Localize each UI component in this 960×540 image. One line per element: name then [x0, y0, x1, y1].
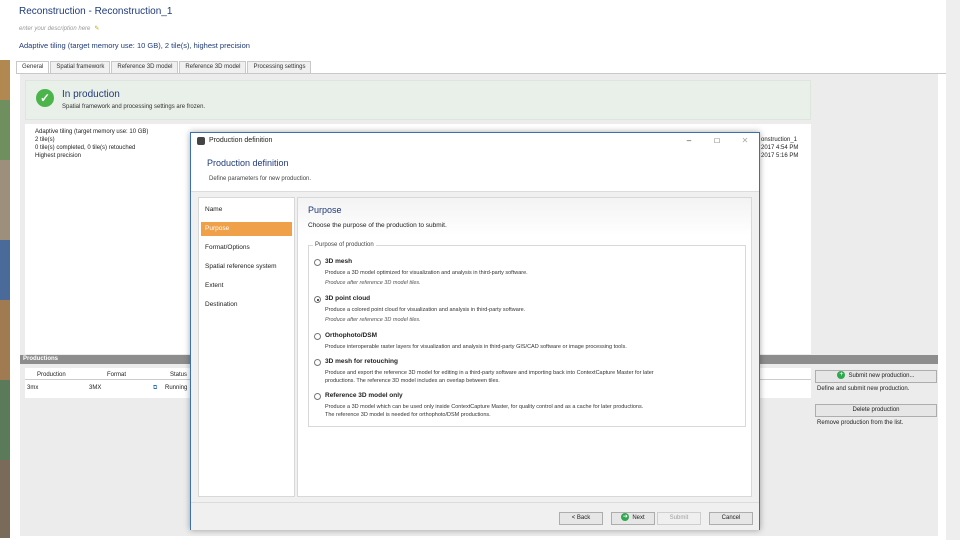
production-status: Running [165, 385, 188, 391]
nav-item-purpose[interactable]: Purpose [201, 222, 292, 236]
info-right-line: 2017 4:54 PM [761, 145, 799, 151]
option-label: 3D point cloud [325, 295, 371, 302]
thumbnail [0, 240, 10, 300]
tab-reference-3d-model-2[interactable]: Reference 3D model [179, 61, 247, 73]
back-button[interactable]: < Back [559, 512, 603, 525]
tab-spatial-framework[interactable]: Spatial framework [50, 61, 111, 73]
radio-3d-mesh-for-retouching[interactable] [314, 359, 321, 366]
nav-item-name[interactable]: Name [201, 203, 292, 217]
purpose-group: Purpose of production 3D mesh Produce a … [308, 242, 746, 427]
nav-item-destination[interactable]: Destination [201, 298, 292, 312]
submit-label: Submit new production... [848, 373, 915, 379]
thumbnail [0, 60, 10, 100]
info-right-line: onstruction_1 [761, 137, 798, 143]
thumbnail [0, 100, 10, 160]
arrow-right-icon: ➜ [621, 513, 630, 522]
production-format: 3MX [89, 385, 102, 391]
option-note: Produce after reference 3D model tiles. [325, 317, 421, 323]
dialog-titlebar[interactable]: Production definition – □ ✕ [191, 133, 759, 151]
reconstruction-summary: Adaptive tiling (target memory use: 10 G… [19, 41, 250, 50]
option-description: Produce a 3D model which can be used onl… [325, 404, 644, 410]
description-field[interactable]: enter your description here ✎ [19, 25, 99, 32]
purpose-banner: Purpose Choose the purpose of the produc… [298, 198, 751, 236]
tab-general[interactable]: General [16, 61, 50, 73]
option-description: Produce a 3D model optimized for visuali… [325, 270, 528, 276]
photo-thumbnail-strip [0, 60, 10, 538]
option-label: Reference 3D model only [325, 392, 403, 399]
plus-icon: + [837, 371, 846, 380]
delete-description: Remove production from the list. [817, 420, 904, 426]
pencil-icon[interactable]: ✎ [94, 26, 99, 32]
production-definition-dialog: Production definition – □ ✕ Production d… [190, 132, 760, 530]
info-line: Highest precision [35, 153, 82, 159]
description-placeholder: enter your description here [19, 26, 91, 32]
wizard-nav: Name Purpose Format/Options Spatial refe… [198, 197, 295, 497]
thumbnail [0, 460, 10, 538]
purpose-group-label: Purpose of production [313, 242, 376, 248]
info-line: 2 tile(s) [35, 137, 55, 143]
info-line: Adaptive tiling (target memory use: 10 G… [35, 129, 149, 135]
nav-item-extent[interactable]: Extent [201, 279, 292, 293]
close-icon[interactable]: ✕ [739, 136, 751, 145]
option-description: Produce and export the reference 3D mode… [325, 370, 654, 376]
cancel-button[interactable]: Cancel [709, 512, 753, 525]
option-label: 3D mesh for retouching [325, 358, 398, 365]
option-note: Produce after reference 3D model tiles. [325, 280, 421, 286]
thumbnail [0, 300, 10, 380]
purpose-panel: Purpose Choose the purpose of the produc… [297, 197, 752, 497]
page-title: Reconstruction - Reconstruction_1 [19, 6, 173, 17]
app-icon [197, 137, 205, 145]
right-edge [946, 0, 960, 540]
dialog-header-title: Production definition [207, 158, 289, 168]
purpose-subtitle: Choose the purpose of the production to … [308, 222, 447, 229]
status-subtitle: Spatial framework and processing setting… [62, 104, 206, 110]
running-icon: ⧉ [153, 385, 158, 391]
maximize-icon[interactable]: □ [711, 136, 723, 145]
checkmark-icon: ✓ [36, 89, 54, 107]
tab-bar: General Spatial framework Reference 3D m… [16, 61, 312, 73]
nav-item-spatial-reference-system[interactable]: Spatial reference system [201, 260, 292, 274]
option-description: Produce interoperable raster layers for … [325, 344, 627, 350]
tab-reference-3d-model[interactable]: Reference 3D model [111, 61, 179, 73]
production-name: 3mx [27, 385, 39, 391]
tab-processing-settings[interactable]: Processing settings [247, 61, 312, 73]
option-label: Orthophoto/DSM [325, 332, 377, 339]
option-description: Produce a colored point cloud for visual… [325, 307, 526, 313]
next-button[interactable]: ➜ Next [611, 512, 655, 525]
submit-new-production-button[interactable]: + Submit new production... [815, 370, 937, 383]
status-title: In production [62, 89, 120, 100]
dialog-window-title: Production definition [209, 137, 273, 144]
column-header[interactable]: Status [170, 372, 187, 378]
purpose-title: Purpose [308, 205, 342, 215]
minimize-icon[interactable]: – [683, 136, 695, 145]
next-label: Next [632, 515, 645, 521]
radio-3d-point-cloud[interactable] [314, 296, 321, 303]
column-header[interactable]: Format [107, 372, 126, 378]
radio-orthophoto-dsm[interactable] [314, 333, 321, 340]
status-box: ✓ In production Spatial framework and pr… [25, 80, 811, 120]
option-label: 3D mesh [325, 258, 353, 265]
submit-description: Define and submit new production. [817, 386, 910, 392]
nav-item-format-options[interactable]: Format/Options [201, 241, 292, 255]
dialog-header: Production definition Define parameters … [191, 151, 759, 191]
dialog-header-subtitle: Define parameters for new production. [209, 176, 312, 182]
info-line: 0 tile(s) completed, 0 tile(s) retouched [35, 145, 136, 151]
thumbnail [0, 160, 10, 240]
dialog-body: Name Purpose Format/Options Spatial refe… [191, 192, 759, 502]
column-header[interactable]: Production [37, 372, 66, 378]
submit-button[interactable]: Submit [657, 512, 701, 525]
option-description: The reference 3D model is needed for ort… [325, 412, 491, 418]
dialog-footer: < Back ➜ Next Submit Cancel [191, 502, 759, 530]
option-description: productions. The reference 3D model incl… [325, 378, 500, 384]
delete-production-button[interactable]: Delete production [815, 404, 937, 417]
app-root: Reconstruction - Reconstruction_1 enter … [0, 0, 960, 540]
radio-reference-3d-model-only[interactable] [314, 393, 321, 400]
info-right-line: 2017 5:16 PM [761, 153, 799, 159]
thumbnail [0, 380, 10, 460]
radio-3d-mesh[interactable] [314, 259, 321, 266]
